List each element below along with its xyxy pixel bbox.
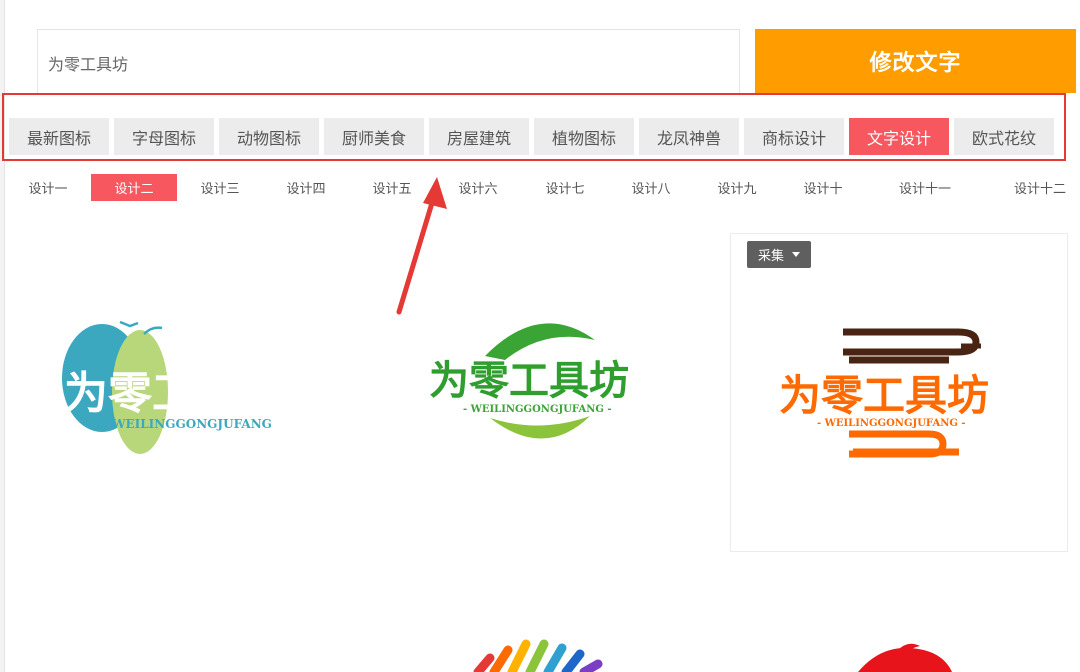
design-tab[interactable]: 设计十一 — [890, 174, 960, 201]
category-tab-active[interactable]: 文字设计 — [849, 118, 949, 155]
logo-subtitle: - WEILINGGONGJUFANG - — [817, 418, 966, 429]
logo-image: 为零工具坊 - WEILINGGONGJUFANG - — [429, 323, 629, 439]
category-tab[interactable]: 字母图标 — [114, 118, 214, 155]
design-tab[interactable]: 设计九 — [709, 174, 765, 201]
page: 修改文字 最新图标 字母图标 动物图标 厨师美食 房屋建筑 植物图标 龙凤神兽 … — [0, 0, 1080, 672]
text-input[interactable] — [37, 29, 740, 95]
logo-card[interactable]: 为零工具坊 WEILINGGONGJUFANG — [40, 300, 330, 470]
category-tab[interactable]: 最新图标 — [9, 118, 109, 155]
category-tab[interactable]: 欧式花纹 — [954, 118, 1054, 155]
collect-dropdown-button[interactable]: 采集 — [747, 241, 811, 268]
design-tab[interactable]: 设计十二 — [1005, 174, 1075, 201]
category-tabs: 最新图标 字母图标 动物图标 厨师美食 房屋建筑 植物图标 龙凤神兽 商标设计 … — [9, 118, 1054, 155]
rainbow-logo-image[interactable] — [460, 636, 620, 672]
logo-image: 为零工具坊 WEILINGGONGJUFANG — [62, 320, 284, 454]
category-tab[interactable]: 龙凤神兽 — [639, 118, 739, 155]
design-subtabs: 设计一 设计二 设计三 设计四 设计五 设计六 设计七 设计八 设计九 设计十 … — [0, 174, 1080, 201]
annotation-arrow-icon — [396, 177, 447, 315]
logo-card-hovered[interactable]: 为零工具坊 - WEILINGGONGJUFANG - — [730, 233, 1068, 552]
design-tab[interactable]: 设计八 — [623, 174, 679, 201]
category-tab[interactable]: 厨师美食 — [324, 118, 424, 155]
design-tab[interactable]: 设计一 — [20, 174, 76, 201]
logo-subtitle: WEILINGGONGJUFANG — [111, 417, 272, 431]
logo-text: 为零工具坊 — [779, 371, 989, 420]
design-tab[interactable]: 设计六 — [450, 174, 506, 201]
modify-text-button[interactable]: 修改文字 — [755, 29, 1076, 93]
caret-down-icon — [792, 252, 800, 257]
collect-label: 采集 — [757, 249, 784, 264]
logo-card[interactable]: 为零工具坊 - WEILINGGONGJUFANG - — [405, 310, 675, 460]
category-tab[interactable]: 动物图标 — [219, 118, 319, 155]
category-tab[interactable]: 植物图标 — [534, 118, 634, 155]
design-tab[interactable]: 设计七 — [537, 174, 593, 201]
category-tab[interactable]: 商标设计 — [744, 118, 844, 155]
red-logo-image[interactable] — [850, 642, 960, 672]
logo-text: 为零工具坊 — [429, 358, 629, 404]
design-tab[interactable]: 设计十 — [795, 174, 851, 201]
design-tab[interactable]: 设计四 — [278, 174, 334, 201]
design-tab[interactable]: 设计三 — [192, 174, 248, 201]
logo-image: 为零工具坊 - WEILINGGONGJUFANG - — [779, 328, 989, 458]
category-tab[interactable]: 房屋建筑 — [429, 118, 529, 155]
logo-text: 为零工具坊 — [64, 368, 284, 419]
logo-subtitle: - WEILINGGONGJUFANG - — [463, 404, 612, 415]
design-tab-active[interactable]: 设计二 — [91, 174, 177, 201]
